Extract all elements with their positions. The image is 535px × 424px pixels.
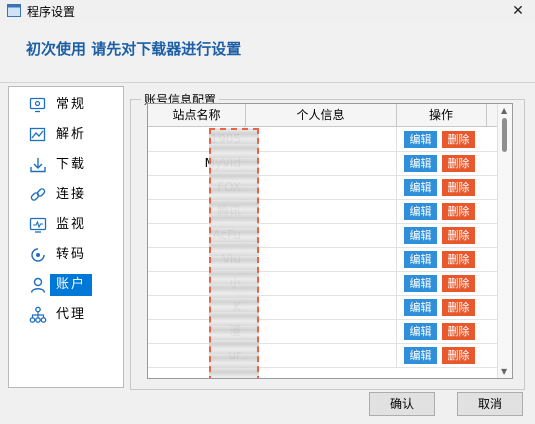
- sidebar-item-label: 监视: [56, 217, 87, 232]
- column-header-site[interactable]: 站点名称: [148, 104, 246, 126]
- download-icon: [30, 158, 46, 173]
- scroll-thumb[interactable]: [502, 118, 507, 152]
- link-icon: [30, 188, 46, 201]
- edit-button[interactable]: 编辑: [404, 275, 437, 292]
- personal-info-cell: [245, 175, 397, 199]
- delete-button[interactable]: 删除: [442, 203, 475, 220]
- user-icon: [30, 277, 46, 293]
- sidebar-item-monitor[interactable]: 监视: [9, 213, 123, 237]
- personal-info-cell: [245, 295, 397, 319]
- redaction-mask: [209, 128, 259, 378]
- scroll-up-arrow-icon[interactable]: ▲: [501, 106, 507, 115]
- monitor-gear-icon: [29, 97, 46, 113]
- banner-text: 初次使用 请先对下载器进行设置: [26, 40, 242, 58]
- personal-info-cell: [245, 223, 397, 247]
- cancel-button[interactable]: 取消: [457, 392, 523, 416]
- personal-info-cell: [245, 127, 397, 151]
- delete-button[interactable]: 删除: [442, 299, 475, 316]
- delete-button[interactable]: 删除: [442, 155, 475, 172]
- delete-button[interactable]: 删除: [442, 275, 475, 292]
- table-row[interactable]: 漫 编辑 删除: [148, 319, 498, 344]
- close-button[interactable]: ✕: [501, 0, 535, 22]
- title-bar: 程序设置 ✕: [0, 0, 535, 22]
- sidebar-item-label: 代理: [56, 307, 87, 322]
- vertical-scrollbar[interactable]: ▲ ▼: [497, 104, 512, 378]
- sidebar-item-label: 解析: [56, 127, 87, 142]
- delete-button[interactable]: 删除: [442, 179, 475, 196]
- edit-button[interactable]: 编辑: [404, 155, 437, 172]
- delete-button[interactable]: 删除: [442, 227, 475, 244]
- confirm-button[interactable]: 确认: [369, 392, 435, 416]
- delete-button[interactable]: 删除: [442, 347, 475, 364]
- window-title: 程序设置: [27, 5, 76, 19]
- edit-button[interactable]: 编辑: [404, 323, 437, 340]
- edit-button[interactable]: 编辑: [404, 347, 437, 364]
- network-icon: [29, 306, 47, 323]
- table-row[interactable]: 小 编辑 删除: [148, 271, 498, 296]
- table-row[interactable]: ur 编辑 删除: [148, 343, 498, 368]
- convert-icon: [31, 248, 45, 262]
- delete-button[interactable]: 删除: [442, 251, 475, 268]
- delete-button[interactable]: 删除: [442, 323, 475, 340]
- sidebar-item-proxy[interactable]: 代理: [9, 303, 123, 327]
- edit-button[interactable]: 编辑: [404, 179, 437, 196]
- table-header: 站点名称 个人信息 操作: [148, 104, 498, 127]
- table-row[interactable]: FOX 编辑 删除: [148, 175, 498, 200]
- personal-info-cell: [245, 343, 397, 367]
- account-table: 站点名称 个人信息 操作 1905 编辑 删除 MyVid 编辑 删除 FOX …: [147, 103, 513, 379]
- table-row[interactable]: 1905 编辑 删除: [148, 127, 498, 152]
- delete-button[interactable]: 删除: [442, 131, 475, 148]
- account-config-group: 账号信息配置 站点名称 个人信息 操作 1905 编辑 删除 MyVid 编辑 …: [130, 91, 525, 390]
- chart-icon: [29, 127, 46, 142]
- sidebar-item-parse[interactable]: 解析: [9, 123, 123, 147]
- sidebar-item-transcode[interactable]: 转码: [9, 243, 123, 267]
- sidebar-item-general[interactable]: 常规: [9, 93, 123, 117]
- edit-button[interactable]: 编辑: [404, 227, 437, 244]
- sidebar-item-label: 下载: [56, 157, 87, 172]
- personal-info-cell: [245, 247, 397, 271]
- sidebar-item-label: 连接: [56, 187, 87, 202]
- table-row[interactable]: AcFu 编辑 删除: [148, 223, 498, 248]
- personal-info-cell: [245, 319, 397, 343]
- personal-info-cell: [245, 271, 397, 295]
- sidebar-item-label: 转码: [56, 247, 87, 262]
- edit-button[interactable]: 编辑: [404, 299, 437, 316]
- sidebar-item-label: 账户: [50, 274, 93, 296]
- sidebar-item-account[interactable]: 账户: [9, 273, 123, 297]
- scroll-down-arrow-icon[interactable]: ▼: [501, 367, 507, 376]
- settings-sidebar: 常规 解析 下载 连接 监视 转码 账户 代理: [8, 86, 124, 388]
- edit-button[interactable]: 编辑: [404, 251, 437, 268]
- sidebar-item-label: 常规: [56, 97, 87, 112]
- edit-button[interactable]: 编辑: [404, 131, 437, 148]
- app-icon: [7, 4, 21, 17]
- table-row[interactable]: 腾讯 编辑 删除: [148, 199, 498, 224]
- sidebar-item-download[interactable]: 下载: [9, 153, 123, 177]
- monitor-icon: [29, 217, 47, 233]
- edit-button[interactable]: 编辑: [404, 203, 437, 220]
- table-row[interactable]: MyVid 编辑 删除: [148, 151, 498, 176]
- banner: 初次使用 请先对下载器进行设置: [0, 22, 535, 83]
- personal-info-cell: [245, 199, 397, 223]
- column-header-info[interactable]: 个人信息: [245, 104, 397, 126]
- sidebar-item-connection[interactable]: 连接: [9, 183, 123, 207]
- column-header-actions[interactable]: 操作: [396, 104, 487, 126]
- table-row[interactable]: K 编辑 删除: [148, 295, 498, 320]
- settings-body: 常规 解析 下载 连接 监视 转码 账户 代理 账号信息配置 站点名称 个人信息…: [0, 83, 535, 424]
- personal-info-cell: [245, 151, 397, 175]
- table-row[interactable]: Viu 编辑 删除: [148, 247, 498, 272]
